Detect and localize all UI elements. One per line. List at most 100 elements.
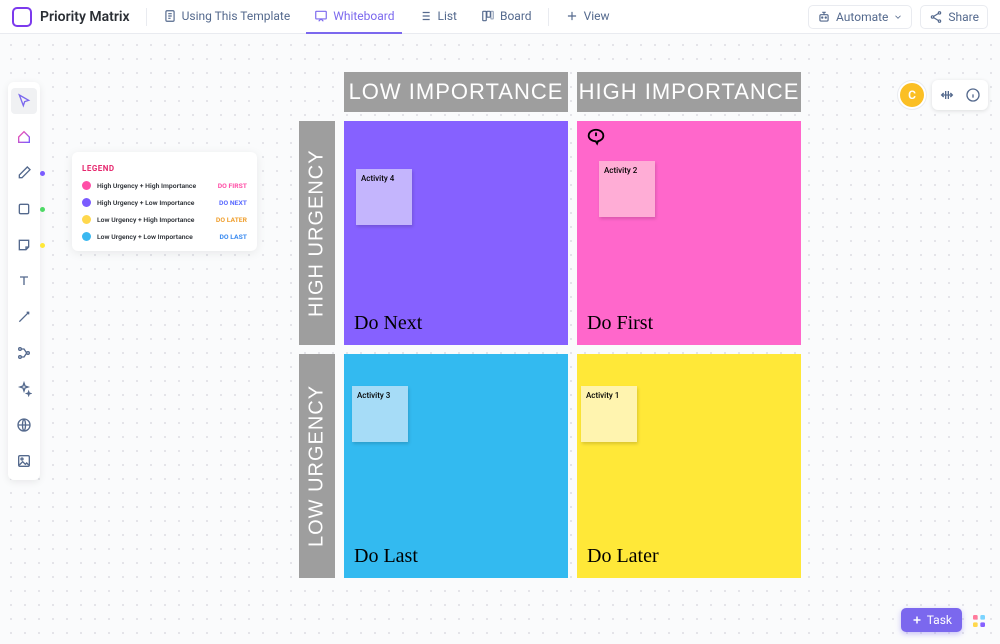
- connector-tool[interactable]: [11, 304, 37, 330]
- share-icon: [929, 10, 943, 24]
- sticky-activity-1[interactable]: Activity 1: [581, 386, 637, 442]
- share-button[interactable]: Share: [920, 5, 988, 29]
- legend-card[interactable]: LEGEND High Urgency + High Importance DO…: [72, 152, 257, 251]
- board-icon: [481, 9, 495, 23]
- legend-dot: [82, 215, 91, 224]
- sticky-activity-2[interactable]: Activity 2: [599, 161, 655, 217]
- robot-icon: [817, 10, 831, 24]
- sticky-activity-3[interactable]: Activity 3: [352, 386, 408, 442]
- legend-label: Low Urgency + Low Importance: [97, 233, 193, 241]
- image-tool[interactable]: [11, 448, 37, 474]
- task-label: Task: [927, 613, 952, 627]
- tab-label: Using This Template: [182, 9, 291, 23]
- plus-icon: [911, 614, 923, 626]
- avatar[interactable]: C: [900, 83, 924, 107]
- sticky-activity-4[interactable]: Activity 4: [356, 169, 412, 225]
- quadrant-do-first[interactable]: Activity 2 Do First: [577, 121, 801, 345]
- mindmap-tool[interactable]: [11, 340, 37, 366]
- tab-label: List: [437, 9, 457, 23]
- canvas-view-controls: [932, 80, 988, 110]
- header-right: Automate Share: [808, 5, 988, 29]
- pen-icon: [16, 165, 32, 181]
- sparkle-icon: [16, 381, 32, 397]
- legend-label: High Urgency + High Importance: [97, 182, 196, 190]
- color-indicator: [40, 171, 45, 176]
- sticky-tool[interactable]: [11, 232, 37, 258]
- info-button[interactable]: [962, 84, 984, 106]
- automate-label: Automate: [836, 10, 888, 24]
- left-toolbar: [8, 82, 40, 480]
- legend-dot: [82, 232, 91, 241]
- color-indicator: [40, 207, 45, 212]
- tab-add-view[interactable]: View: [557, 0, 618, 34]
- exclamation-icon: [585, 127, 607, 149]
- tab-whiteboard[interactable]: Whiteboard: [306, 0, 402, 34]
- legend-row: High Urgency + High Importance DO FIRST: [82, 181, 247, 190]
- tab-list[interactable]: List: [410, 0, 465, 34]
- automate-button[interactable]: Automate: [808, 5, 912, 29]
- chevron-down-icon: [893, 12, 903, 22]
- header-bar: Priority Matrix Using This Template Whit…: [0, 0, 1000, 34]
- select-tool[interactable]: [11, 88, 37, 114]
- col-header-low-importance[interactable]: LOW IMPORTANCE: [344, 72, 568, 112]
- col-header-high-importance[interactable]: HIGH IMPORTANCE: [577, 72, 801, 112]
- doc-icon: [163, 9, 177, 23]
- apps-icon: [971, 613, 987, 629]
- sticky-text: Activity 2: [604, 166, 637, 175]
- share-label: Share: [948, 10, 979, 24]
- quadrant-do-later[interactable]: Activity 1 Do Later: [577, 354, 801, 578]
- divider: [146, 8, 147, 26]
- workspace-icon[interactable]: [12, 7, 32, 27]
- legend-action: DO LAST: [220, 233, 248, 241]
- legend-row: Low Urgency + High Importance DO LATER: [82, 215, 247, 224]
- quadrant-label: Do First: [587, 312, 653, 335]
- mindmap-icon: [16, 345, 32, 361]
- legend-dot: [82, 181, 91, 190]
- pen-tool[interactable]: [11, 160, 37, 186]
- connector-icon: [16, 309, 32, 325]
- row-header-high-urgency[interactable]: HIGH URGENCY: [299, 121, 335, 345]
- sticky-text: Activity 4: [361, 174, 394, 183]
- tab-label: Board: [500, 9, 532, 23]
- legend-action: DO LATER: [216, 216, 247, 224]
- legend-row: High Urgency + Low Importance DO NEXT: [82, 198, 247, 207]
- list-icon: [418, 9, 432, 23]
- new-task-button[interactable]: Task: [901, 608, 962, 632]
- home-gradient-icon: [16, 129, 32, 145]
- apps-button[interactable]: [968, 610, 990, 632]
- quadrant-label: Do Next: [354, 312, 422, 335]
- fit-width-icon: [939, 87, 955, 103]
- tab-label: Whiteboard: [333, 9, 394, 23]
- shape-tool[interactable]: [11, 196, 37, 222]
- quadrant-label: Do Later: [587, 545, 659, 568]
- sticky-text: Activity 3: [357, 391, 390, 400]
- tab-board[interactable]: Board: [473, 0, 540, 34]
- legend-action: DO FIRST: [218, 182, 247, 190]
- ai-tool[interactable]: [11, 376, 37, 402]
- quadrant-do-last[interactable]: Activity 3 Do Last: [344, 354, 568, 578]
- tab-label: View: [584, 9, 610, 23]
- web-tool[interactable]: [11, 412, 37, 438]
- legend-action: DO NEXT: [219, 199, 247, 207]
- whiteboard-canvas[interactable]: C: [0, 34, 1000, 644]
- quadrant-do-next[interactable]: Activity 4 Do Next: [344, 121, 568, 345]
- square-icon: [16, 201, 32, 217]
- sticky-icon: [16, 237, 32, 253]
- plus-icon: [565, 9, 579, 23]
- divider: [548, 8, 549, 26]
- legend-label: High Urgency + Low Importance: [97, 199, 194, 207]
- fit-width-button[interactable]: [936, 84, 958, 106]
- text-icon: [16, 273, 32, 289]
- globe-icon: [16, 417, 32, 433]
- quadrant-label: Do Last: [354, 545, 418, 568]
- cursor-icon: [16, 93, 32, 109]
- text-tool[interactable]: [11, 268, 37, 294]
- legend-title: LEGEND: [82, 164, 247, 173]
- row-header-low-urgency[interactable]: LOW URGENCY: [299, 354, 335, 578]
- whiteboard-icon: [314, 9, 328, 23]
- home-tool[interactable]: [11, 124, 37, 150]
- page-title: Priority Matrix: [40, 9, 130, 25]
- info-icon: [965, 87, 981, 103]
- collab-controls: C: [900, 80, 988, 110]
- tab-using-template[interactable]: Using This Template: [155, 0, 299, 34]
